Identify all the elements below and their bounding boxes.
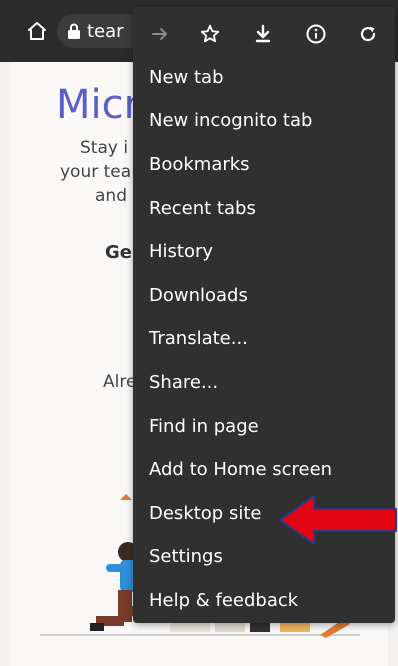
get-started-link[interactable]: Ge xyxy=(105,242,132,263)
screen: Micr Stay i your tea and Ge Alre tear Ne… xyxy=(0,0,398,666)
url-text: tear xyxy=(87,20,124,42)
lock-icon xyxy=(67,23,81,39)
page-subtitle-line-3: and xyxy=(95,186,127,206)
home-icon[interactable] xyxy=(20,14,54,48)
forward-icon[interactable] xyxy=(143,17,177,51)
page-subtitle-line-1: Stay i xyxy=(80,138,129,158)
menu-item-history[interactable]: History xyxy=(133,230,395,273)
menu-toolbar xyxy=(133,7,395,59)
menu-item-add-to-home-screen[interactable]: Add to Home screen xyxy=(133,448,395,491)
page-title: Micr xyxy=(56,82,141,128)
refresh-icon[interactable] xyxy=(351,17,385,51)
menu-item-recent-tabs[interactable]: Recent tabs xyxy=(133,187,395,230)
info-icon[interactable] xyxy=(299,17,333,51)
download-icon[interactable] xyxy=(246,17,280,51)
star-icon[interactable] xyxy=(193,17,227,51)
menu-item-downloads[interactable]: Downloads xyxy=(133,274,395,317)
page-subtitle-line-2: your tea xyxy=(60,162,132,182)
red-arrow-annotation-icon xyxy=(279,495,397,545)
menu-item-help-feedback[interactable]: Help & feedback xyxy=(133,579,395,622)
menu-item-bookmarks[interactable]: Bookmarks xyxy=(133,143,395,186)
already-have-account-text: Alre xyxy=(103,372,137,392)
menu-item-share[interactable]: Share... xyxy=(133,361,395,404)
menu-item-new-tab[interactable]: New tab xyxy=(133,56,395,99)
menu-item-new-incognito-tab[interactable]: New incognito tab xyxy=(133,99,395,142)
menu-item-translate[interactable]: Translate... xyxy=(133,317,395,360)
menu-item-find-in-page[interactable]: Find in page xyxy=(133,405,395,448)
